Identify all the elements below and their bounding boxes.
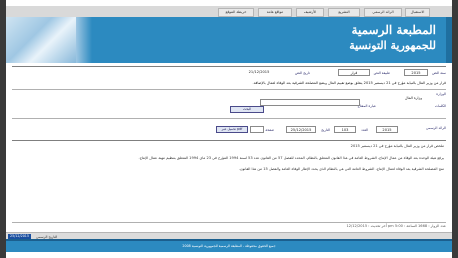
text-year-label: سنة النص (432, 71, 446, 75)
divider (12, 89, 446, 90)
body-paragraph-2: يرفع هيئة الوحدة بعد الوفاة من عمال الإن… (138, 156, 444, 160)
right-margin (452, 0, 458, 258)
divider (12, 140, 446, 141)
keyword-input[interactable] (260, 99, 360, 106)
journal-date-label: التاريخ (321, 128, 330, 132)
status-line: عدد الزوار : 1668 الساعة : 5:00 pm أخر ت… (346, 224, 446, 228)
header-banner: المطبعة الرسمية للجمهورية التونسية (6, 17, 452, 63)
banner-subtitle: للجمهورية التونسية (349, 39, 436, 52)
search-button[interactable]: البحث (230, 106, 264, 113)
text-year-field[interactable]: 2015 (404, 69, 428, 76)
divider (12, 118, 446, 119)
download-pdf-button[interactable]: تحميل عبر pdf (216, 126, 248, 133)
banner-photo (6, 17, 76, 63)
nav-site-map[interactable]: خريطة الموقع (218, 8, 254, 17)
keyword-label: الكلمات (434, 104, 446, 108)
journal-number-label: العدد (361, 128, 368, 132)
keyword2-label: عبارة المفتاح (357, 104, 376, 108)
body-paragraph-1: ملخص قرار من وزير المال بالنيابة مؤرخ في… (350, 144, 444, 148)
nav-archive[interactable]: الأرشيف (296, 8, 324, 17)
footer: جميع الحقوق محفوظة - المطبعة الرسمية للج… (6, 239, 452, 252)
nav-official-journal[interactable]: الرائد الرسمي (364, 8, 402, 17)
journal-number-field[interactable]: 103 (334, 126, 356, 133)
content-frame: الاستقبال الرائد الرسمي التشريع الأرشيف … (6, 0, 452, 258)
ministry-value: وزارة المال (404, 96, 422, 100)
nav-legislation[interactable]: التشريع (328, 8, 360, 17)
page: الاستقبال الرائد الرسمي التشريع الأرشيف … (0, 0, 458, 258)
body-paragraph-3: منح المصلحة الشرقية بعد الوفاة لعمال الإ… (238, 167, 444, 171)
text-type-label: طبيعة النص (373, 71, 390, 75)
nav-home[interactable]: الاستقبال (405, 8, 430, 17)
journal-date-field[interactable]: 25/12/2015 (286, 126, 316, 133)
ministry-label: الوزارة (436, 92, 446, 96)
banner-gradient (76, 17, 92, 63)
journal-label: الرائد الرسمي (425, 126, 446, 130)
divider (12, 66, 446, 67)
banner-accent (446, 17, 452, 63)
copyright-text: جميع الحقوق محفوظة - المطبعة الرسمية للج… (182, 244, 276, 248)
date-label: التاريخ الرسمي (36, 234, 58, 239)
text-summary: قرار من وزير المال بالنيابة مؤرخ في 21 د… (252, 81, 446, 85)
journal-page-label: صفحة (265, 128, 274, 132)
banner-title: المطبعة الرسمية (351, 23, 436, 37)
text-type-field[interactable]: قرار (338, 69, 370, 76)
nav-links[interactable]: مواقع هامة (258, 8, 292, 17)
divider (12, 222, 446, 223)
journal-page-field[interactable] (250, 126, 264, 133)
text-date-label: تاريخ النص (295, 71, 310, 75)
text-date-value: 21/12/2015 (244, 69, 274, 76)
journal-year-field[interactable]: 2015 (376, 126, 398, 133)
